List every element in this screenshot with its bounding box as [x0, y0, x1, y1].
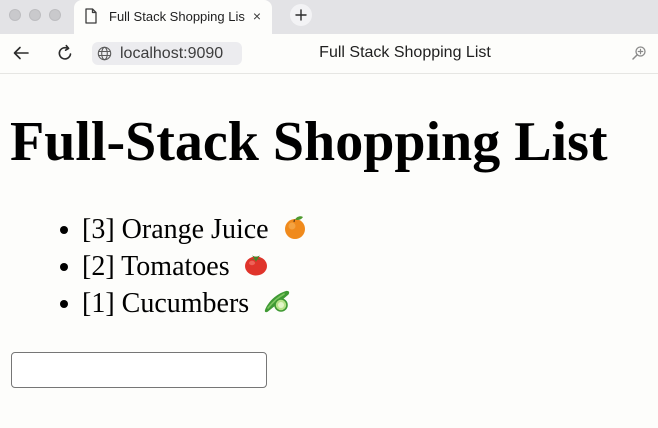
- plus-icon: [295, 9, 307, 21]
- browser-toolbar: localhost:9090 Full Stack Shopping List: [0, 34, 658, 74]
- new-item-input[interactable]: [11, 352, 267, 388]
- item-label: [2] Tomatoes: [82, 251, 230, 282]
- item-label: [1] Cucumbers: [82, 288, 250, 319]
- back-arrow-icon: [13, 46, 29, 60]
- bullet-icon: [60, 226, 68, 234]
- tomato-icon: [244, 255, 267, 276]
- minimize-window-button[interactable]: [29, 9, 41, 21]
- page-content: Full-Stack Shopping List [3] Orange Juic…: [0, 74, 658, 428]
- globe-icon: [97, 46, 112, 61]
- tab-title: Full Stack Shopping List: [109, 9, 245, 24]
- list-item: [2] Tomatoes: [60, 249, 308, 286]
- browser-window: Full Stack Shopping List × localhost:909…: [0, 0, 658, 428]
- document-icon: [85, 8, 97, 24]
- url-text: localhost:9090: [120, 45, 224, 62]
- new-tab-button[interactable]: [290, 4, 312, 26]
- reload-button[interactable]: [54, 42, 76, 64]
- back-button[interactable]: [10, 42, 32, 64]
- shopping-list: [3] Orange Juice [2] Tomatoes [1] Cucumb…: [60, 212, 308, 323]
- page-heading: Full-Stack Shopping List: [10, 111, 608, 173]
- active-tab[interactable]: Full Stack Shopping List ×: [74, 0, 272, 34]
- address-bar[interactable]: localhost:9090: [92, 42, 242, 65]
- bullet-icon: [60, 263, 68, 271]
- zoom-window-button[interactable]: [49, 9, 61, 21]
- list-item: [3] Orange Juice: [60, 212, 308, 249]
- list-item: [1] Cucumbers: [60, 286, 308, 323]
- item-label: [3] Orange Juice: [82, 214, 269, 245]
- cucumber-icon: [265, 290, 290, 313]
- zoom-icon: [632, 46, 646, 60]
- orange-icon: [284, 216, 305, 239]
- close-tab-icon[interactable]: ×: [250, 9, 264, 23]
- reload-icon: [58, 44, 72, 60]
- bullet-icon: [60, 300, 68, 308]
- close-window-button[interactable]: [9, 9, 21, 21]
- zoom-button[interactable]: [628, 42, 650, 64]
- page-title-label: Full Stack Shopping List: [319, 44, 491, 61]
- tab-strip: Full Stack Shopping List ×: [0, 0, 658, 34]
